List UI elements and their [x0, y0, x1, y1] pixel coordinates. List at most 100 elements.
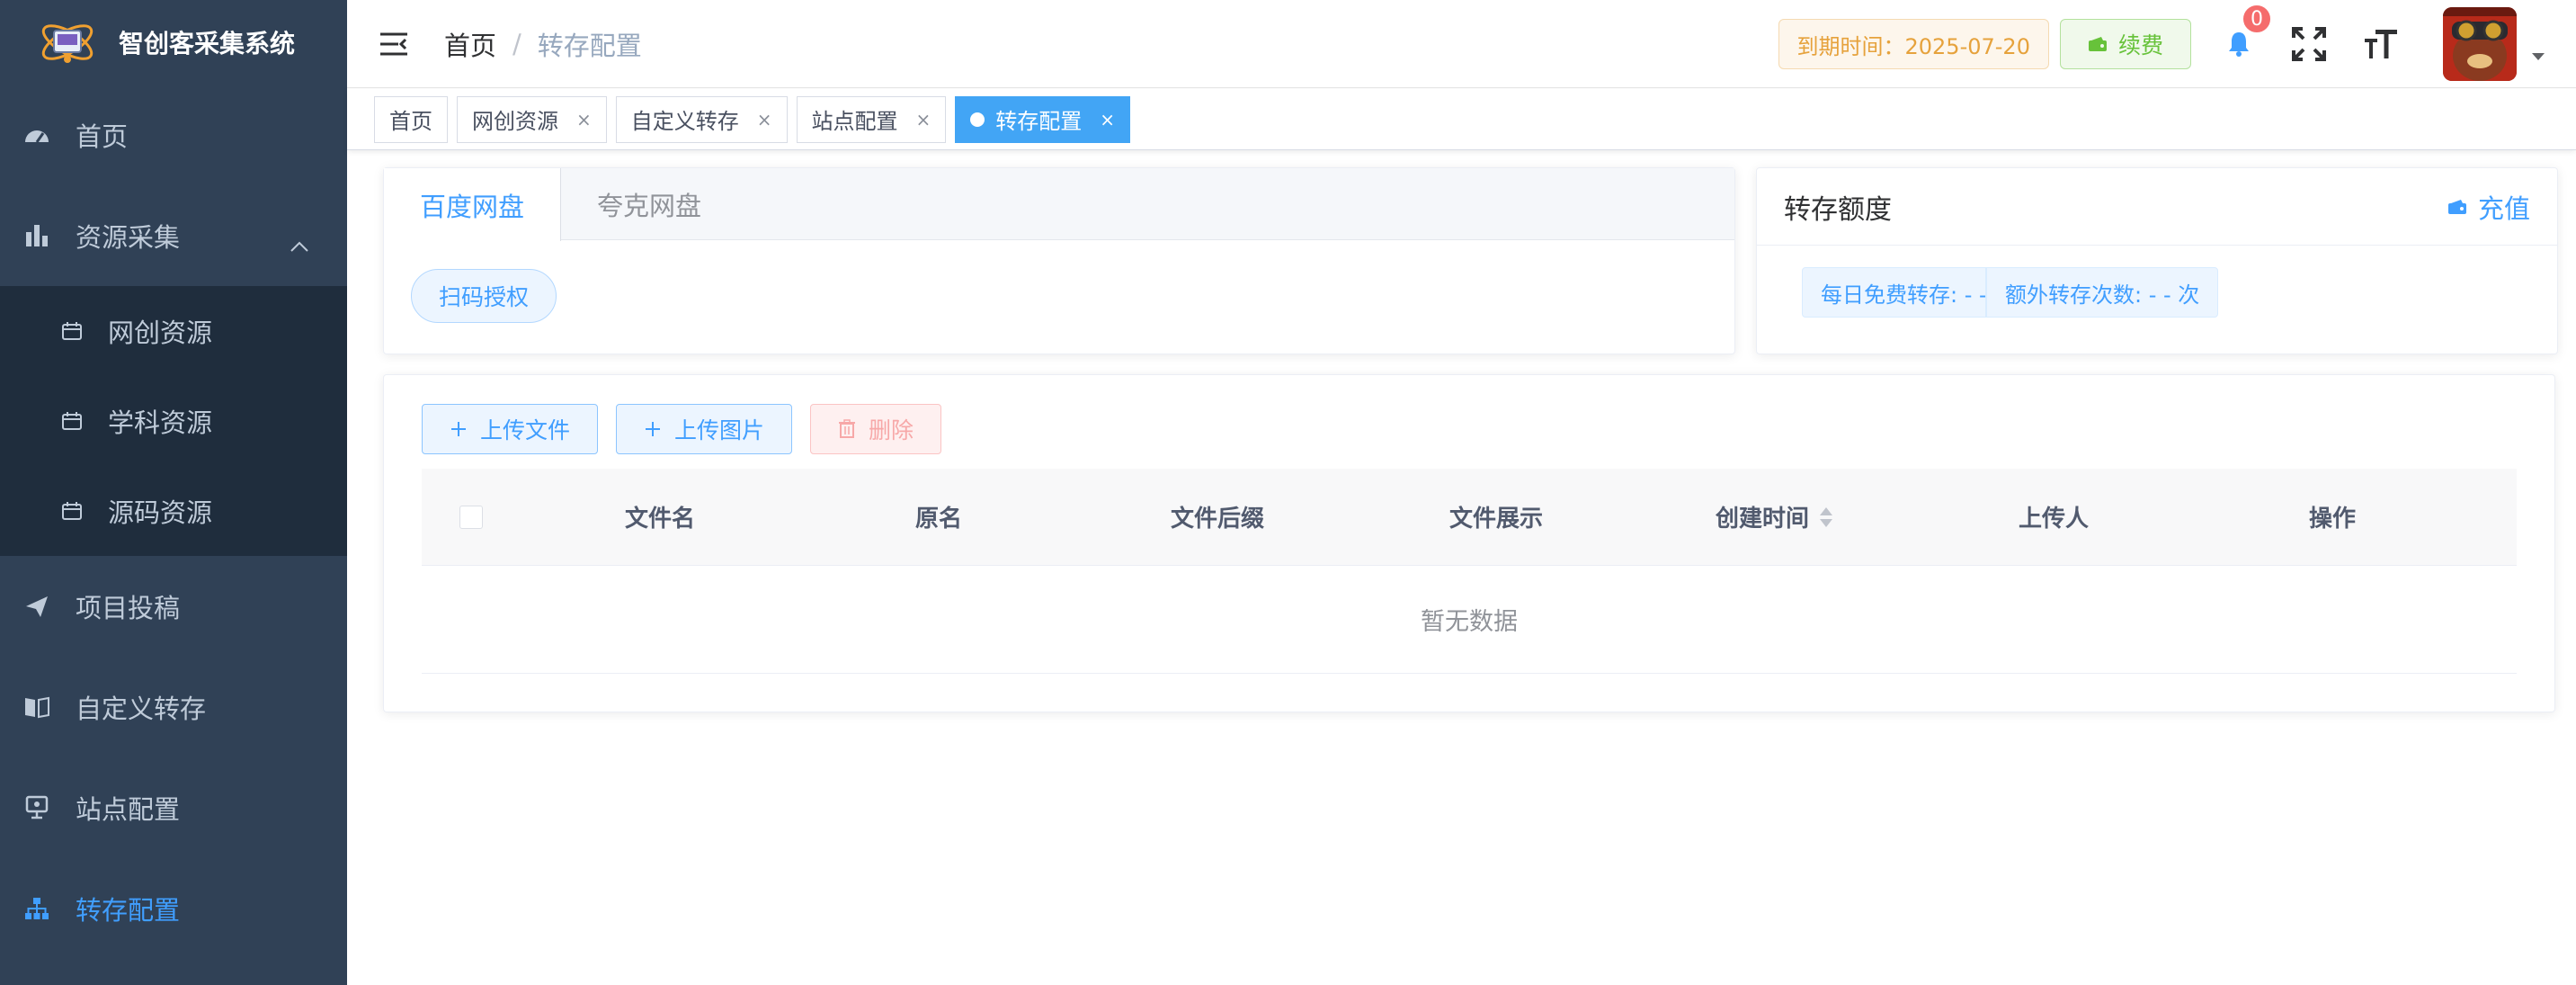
monitor-icon [22, 792, 52, 823]
bar-chart-icon [22, 220, 52, 251]
logo: 智创客采集系统 [0, 0, 347, 85]
sidebar-item-label: 网创资源 [108, 318, 213, 348]
user-avatar[interactable] [2443, 7, 2517, 81]
sidebar-item-site-config[interactable]: 站点配置 [0, 757, 347, 858]
renew-label: 续费 [2117, 32, 2163, 58]
tab-quark[interactable]: 夸克网盘 [561, 168, 737, 240]
scan-auth-button[interactable]: 扫码授权 [411, 269, 557, 323]
notification-count-badge: 0 [2242, 4, 2272, 34]
close-icon[interactable]: × [576, 109, 592, 130]
file-table-card: 上传文件 上传图片 删除 文件名 原名 文件后缀 文件展示 创建时间 上传人 操… [383, 374, 2555, 712]
calendar-icon [59, 498, 85, 524]
recharge-link[interactable]: 充值 [2447, 188, 2530, 226]
tag-wangchuang[interactable]: 网创资源 × [457, 95, 607, 143]
plus-icon [644, 420, 662, 438]
netdisk-tabs: 百度网盘 夸克网盘 [384, 168, 1734, 241]
sidebar-item-transfer-config[interactable]: 转存配置 [0, 858, 347, 959]
recharge-label: 充值 [2477, 193, 2530, 224]
column-header-preview: 文件展示 [1448, 506, 1543, 533]
renew-button[interactable]: 续费 [2059, 19, 2191, 69]
delete-button[interactable]: 删除 [810, 404, 942, 454]
sidebar-item-project-submit[interactable]: 项目投稿 [0, 556, 347, 657]
trash-icon [838, 419, 856, 439]
tag-custom-transfer[interactable]: 自定义转存 × [615, 95, 788, 143]
calendar-icon [59, 318, 85, 344]
sidebar-item-resource-collect[interactable]: 资源采集 [0, 185, 347, 286]
extra-quota: 额外转存次数: - - 次 [1986, 267, 2219, 318]
paper-plane-icon [22, 591, 52, 622]
tag-label: 转存配置 [995, 109, 1083, 134]
sidebar-item-xueke[interactable]: 学科资源 [0, 376, 347, 466]
upload-image-button[interactable]: 上传图片 [616, 404, 793, 454]
sidebar-item-label: 转存配置 [76, 895, 181, 926]
quota-body: 每日免费转存: - - 次 额外转存次数: - - 次 [1757, 246, 2557, 318]
file-table: 文件名 原名 文件后缀 文件展示 创建时间 上传人 操作 暂无数据 [422, 469, 2517, 674]
submenu-resource-collect: 网创资源 学科资源 源码资源 [0, 286, 347, 556]
header-actions: 到期时间：2025-07-20 续费 0 [1778, 0, 2576, 88]
close-icon[interactable]: × [916, 109, 931, 130]
column-header-extension: 文件后缀 [1170, 506, 1264, 533]
breadcrumb-current: 转存配置 [537, 30, 642, 61]
tag-site-config[interactable]: 站点配置 × [796, 95, 947, 143]
tag-label: 站点配置 [811, 109, 898, 134]
sidebar-item-label: 站点配置 [76, 794, 181, 825]
calendar-icon [59, 408, 85, 434]
notification-bell[interactable]: 0 [2216, 4, 2272, 67]
app-title: 智创客采集系统 [119, 29, 296, 58]
delete-label: 删除 [869, 417, 914, 443]
quota-title: 转存额度 [1784, 193, 1892, 226]
sort-icon[interactable] [1818, 506, 1834, 529]
font-size-icon[interactable] [2357, 20, 2405, 68]
wallet-icon [2088, 36, 2108, 52]
upload-file-button[interactable]: 上传文件 [422, 404, 599, 454]
close-icon[interactable]: × [757, 109, 772, 130]
quota-header: 转存额度 充值 [1757, 168, 2557, 246]
breadcrumb-separator: / [513, 28, 521, 59]
tag-transfer-config[interactable]: 转存配置 × [955, 95, 1131, 143]
daily-free-quota: 每日免费转存: - - 次 [1802, 267, 1986, 318]
column-header-original-name: 原名 [914, 506, 962, 533]
menu-fold-icon[interactable] [378, 28, 410, 60]
sidebar-item-label: 自定义转存 [76, 694, 207, 724]
table-empty-text: 暂无数据 [422, 566, 2517, 674]
column-header-label: 创建时间 [1715, 506, 1809, 533]
tab-baidu[interactable]: 百度网盘 [384, 168, 562, 241]
plus-icon [450, 420, 468, 438]
tag-label: 首页 [389, 109, 432, 134]
fullscreen-icon[interactable] [2285, 20, 2333, 68]
breadcrumb-home[interactable]: 首页 [444, 25, 496, 63]
top-header: 首页 / 转存配置 到期时间：2025-07-20 续费 0 [347, 0, 2576, 88]
breadcrumb: 首页 / 转存配置 [444, 25, 642, 63]
select-all-checkbox[interactable] [459, 505, 483, 529]
sidebar-item-label: 资源采集 [76, 222, 181, 253]
sidebar-item-label: 学科资源 [108, 407, 213, 438]
table-header: 文件名 原名 文件后缀 文件展示 创建时间 上传人 操作 [422, 469, 2517, 566]
bell-icon [2227, 31, 2251, 58]
column-header-uploader: 上传人 [2018, 506, 2089, 533]
sidebar-item-home[interactable]: 首页 [0, 85, 347, 185]
netdisk-card: 百度网盘 夸克网盘 扫码授权 [383, 167, 1735, 354]
atom-logo-icon [38, 13, 97, 72]
tag-label: 网创资源 [472, 109, 558, 134]
quota-card: 转存额度 充值 每日免费转存: - - 次 额外转存次数: - - 次 [1756, 167, 2558, 354]
close-icon[interactable]: × [1100, 109, 1115, 130]
sidebar-item-label: 首页 [76, 121, 129, 152]
active-dot-icon [970, 112, 985, 127]
wallet-icon [2447, 199, 2467, 215]
book-icon [22, 692, 52, 722]
column-header-created-time[interactable]: 创建时间 [1636, 500, 1914, 533]
caret-down-icon[interactable] [2531, 52, 2545, 61]
sidebar-item-wangchuang[interactable]: 网创资源 [0, 286, 347, 376]
column-header-filename: 文件名 [624, 506, 695, 533]
tag-home[interactable]: 首页 [374, 95, 448, 143]
chevron-up-icon [290, 228, 309, 259]
sidebar-item-custom-transfer[interactable]: 自定义转存 [0, 657, 347, 757]
sidebar-item-yuanma[interactable]: 源码资源 [0, 466, 347, 556]
select-all-cell [422, 505, 521, 529]
sidebar-item-label: 项目投稿 [76, 593, 181, 623]
upload-image-label: 上传图片 [674, 417, 765, 443]
dashboard-icon [22, 120, 52, 150]
column-header-actions: 操作 [2308, 506, 2356, 533]
expire-date-badge: 到期时间：2025-07-20 [1778, 19, 2049, 69]
table-toolbar: 上传文件 上传图片 删除 [422, 404, 959, 454]
